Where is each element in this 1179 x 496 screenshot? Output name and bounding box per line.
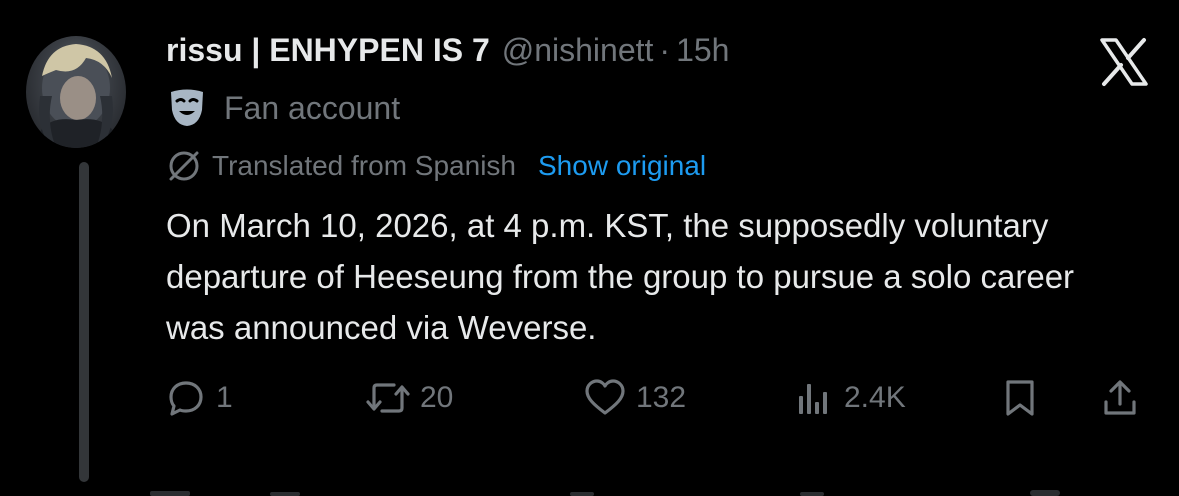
bookmark-icon (1006, 380, 1034, 416)
repost-count: 20 (420, 381, 454, 414)
tweet-header: rissu | ENHYPEN IS 7 @nishinett · 15h (166, 32, 729, 76)
show-original-link[interactable]: Show original (538, 150, 706, 182)
like-count: 132 (636, 381, 687, 414)
repost-icon (366, 383, 410, 413)
action-bar: 1 20 132 2.4K (166, 372, 1156, 424)
share-icon (1104, 380, 1136, 415)
views-count: 2.4K (844, 381, 906, 414)
bookmark-button[interactable] (1000, 372, 1040, 424)
views-button[interactable]: 2.4K (794, 372, 906, 424)
x-logo-icon (1100, 38, 1148, 86)
translated-from-text: Translated from Spanish (212, 150, 516, 181)
avatar[interactable] (26, 36, 126, 148)
reply-count: 1 (216, 381, 233, 414)
translation-bar: Translated from Spanish Show original (166, 146, 706, 186)
heart-icon (585, 379, 625, 415)
tweet-text: On March 10, 2026, at 4 p.m. KST, the su… (166, 207, 1075, 346)
user-handle[interactable]: @nishinett (502, 32, 654, 69)
separator-dot: · (659, 32, 671, 68)
display-name[interactable]: rissu | ENHYPEN IS 7 (166, 32, 490, 69)
thread-connector-line (79, 162, 89, 482)
next-tweet-peek (150, 490, 1060, 496)
bar-chart-icon (799, 384, 827, 414)
repost-button[interactable]: 20 (366, 372, 453, 424)
account-label[interactable]: Fan account (168, 86, 400, 130)
avatar-photo (34, 44, 120, 148)
like-button[interactable]: 132 (584, 372, 686, 424)
speech-bubble-icon (169, 381, 203, 416)
translate-icon (169, 151, 199, 181)
share-button[interactable] (1100, 372, 1140, 424)
account-label-text: Fan account (224, 89, 401, 126)
theater-mask-icon (171, 89, 203, 126)
reply-button[interactable]: 1 (166, 372, 233, 424)
timestamp[interactable]: 15h (676, 32, 729, 69)
